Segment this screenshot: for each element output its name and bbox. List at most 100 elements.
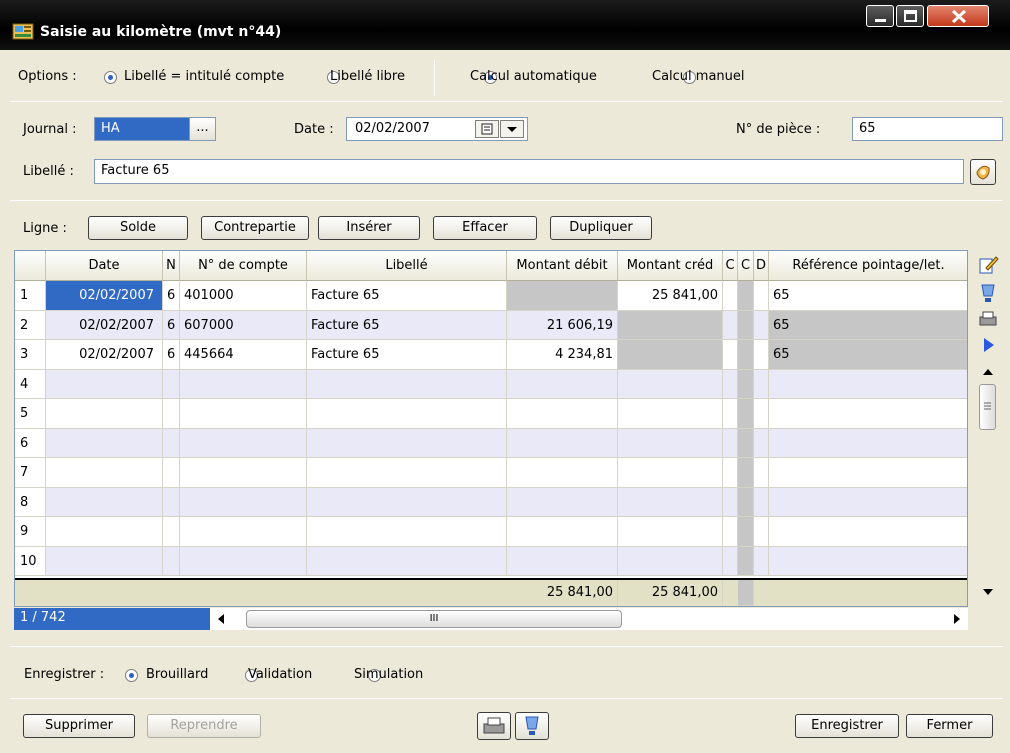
- grid-cell-credit[interactable]: [618, 517, 723, 547]
- scroll-up-icon[interactable]: [981, 366, 995, 378]
- grid-cell-ref[interactable]: [769, 429, 967, 458]
- grid-cell-n[interactable]: [163, 488, 180, 517]
- glass-icon[interactable]: [977, 282, 999, 304]
- grid-cell-libelle[interactable]: [307, 429, 507, 458]
- grid-cell-ref[interactable]: 65: [769, 311, 967, 340]
- dupliquer-button[interactable]: Dupliquer: [550, 216, 652, 240]
- grid-cell-credit[interactable]: [618, 311, 723, 340]
- grid-cell-libelle[interactable]: [307, 517, 507, 547]
- grid-cell-n[interactable]: [163, 429, 180, 458]
- grid-cell-d[interactable]: [754, 517, 769, 547]
- grid-cell-date[interactable]: [46, 399, 163, 429]
- column-header-debit[interactable]: Montant débit: [507, 251, 618, 281]
- grid-cell-compte[interactable]: [180, 517, 307, 547]
- grid-cell-libelle[interactable]: [307, 547, 507, 576]
- grid-cell-compte[interactable]: [180, 458, 307, 488]
- inserer-button[interactable]: Insérer: [318, 216, 420, 240]
- grid-cell-ref[interactable]: [769, 458, 967, 488]
- grid-cell-credit[interactable]: 25 841,00: [618, 281, 723, 311]
- grid-cell-ref[interactable]: 65: [769, 281, 967, 311]
- grid-cell-date[interactable]: [46, 429, 163, 458]
- grid-cell-n[interactable]: [163, 458, 180, 488]
- grid-cell-date[interactable]: 02/02/2007: [46, 311, 163, 340]
- grid-cell-d[interactable]: [754, 458, 769, 488]
- play-icon[interactable]: [977, 334, 999, 356]
- libelle-field[interactable]: Facture 65: [94, 159, 964, 184]
- grid-cell-debit[interactable]: [507, 399, 618, 429]
- grid-cell-libelle[interactable]: Facture 65: [307, 311, 507, 340]
- grid-cell-c2[interactable]: [738, 429, 754, 458]
- grid-cell-n[interactable]: [163, 547, 180, 576]
- title-bar[interactable]: Saisie au kilomètre (mvt n°44): [0, 0, 1010, 50]
- grid-cell-compte[interactable]: 607000: [180, 311, 307, 340]
- grid-cell-credit[interactable]: [618, 370, 723, 399]
- entries-grid[interactable]: Date N N° de compte Libellé Montant débi…: [14, 250, 968, 607]
- scroll-right-icon[interactable]: [950, 611, 964, 627]
- grid-cell-debit[interactable]: [507, 547, 618, 576]
- grid-cell-credit[interactable]: [618, 547, 723, 576]
- grid-cell-n[interactable]: [163, 517, 180, 547]
- journal-value[interactable]: HA: [95, 118, 189, 140]
- grid-cell-date[interactable]: [46, 458, 163, 488]
- radio-libelle-intitule[interactable]: [104, 71, 117, 84]
- piece-field[interactable]: 65: [852, 117, 1003, 141]
- grid-cell-c2[interactable]: [738, 370, 754, 399]
- grid-cell-debit[interactable]: [507, 458, 618, 488]
- grid-cell-d[interactable]: [754, 281, 769, 311]
- column-header-c1[interactable]: C: [723, 251, 738, 281]
- grid-cell-debit[interactable]: [507, 429, 618, 458]
- enregistrer-button[interactable]: Enregistrer: [795, 714, 899, 738]
- grid-cell-debit[interactable]: 4 234,81: [507, 340, 618, 370]
- horizontal-scroll-thumb[interactable]: III: [246, 610, 622, 628]
- supprimer-button[interactable]: Supprimer: [23, 714, 135, 738]
- column-header-reference[interactable]: Référence pointage/let.: [769, 251, 967, 281]
- grid-cell-c2[interactable]: [738, 340, 754, 370]
- grid-cell-c1[interactable]: [723, 399, 738, 429]
- edit-icon[interactable]: [977, 254, 999, 276]
- grid-cell-credit[interactable]: [618, 399, 723, 429]
- minimize-button[interactable]: [866, 5, 894, 27]
- grid-cell-c2[interactable]: [738, 311, 754, 340]
- vertical-scroll-thumb[interactable]: [979, 384, 996, 430]
- libelle-lookup-button[interactable]: [970, 159, 996, 185]
- grid-cell-c1[interactable]: [723, 370, 738, 399]
- grid-cell-c1[interactable]: [723, 429, 738, 458]
- grid-cell-libelle[interactable]: [307, 458, 507, 488]
- grid-cell-n[interactable]: [163, 399, 180, 429]
- grid-cell-credit[interactable]: [618, 488, 723, 517]
- print-icon[interactable]: [977, 308, 999, 330]
- column-header-c2[interactable]: C: [738, 251, 754, 281]
- grid-cell-debit[interactable]: [507, 488, 618, 517]
- grid-cell-n[interactable]: 6: [163, 311, 180, 340]
- grid-cell-credit[interactable]: [618, 458, 723, 488]
- grid-cell-compte[interactable]: 445664: [180, 340, 307, 370]
- preview-button[interactable]: [515, 712, 549, 740]
- grid-cell-c1[interactable]: [723, 458, 738, 488]
- grid-cell-credit[interactable]: [618, 340, 723, 370]
- grid-cell-n[interactable]: [163, 370, 180, 399]
- column-header-compte[interactable]: N° de compte: [180, 251, 307, 281]
- grid-cell-c1[interactable]: [723, 311, 738, 340]
- grid-cell-compte[interactable]: [180, 399, 307, 429]
- column-header-d[interactable]: D: [754, 251, 769, 281]
- grid-cell-ref[interactable]: [769, 547, 967, 576]
- fermer-button[interactable]: Fermer: [906, 714, 993, 738]
- grid-cell-compte[interactable]: 401000: [180, 281, 307, 311]
- grid-cell-ref[interactable]: [769, 370, 967, 399]
- grid-cell-c1[interactable]: [723, 281, 738, 311]
- grid-cell-date[interactable]: [46, 547, 163, 576]
- grid-cell-debit[interactable]: [507, 517, 618, 547]
- grid-cell-c1[interactable]: [723, 488, 738, 517]
- close-button[interactable]: [927, 5, 989, 27]
- grid-cell-compte[interactable]: [180, 370, 307, 399]
- solde-button[interactable]: Solde: [88, 216, 188, 240]
- grid-cell-debit[interactable]: [507, 370, 618, 399]
- grid-cell-c2[interactable]: [738, 458, 754, 488]
- column-header-n[interactable]: N: [163, 251, 180, 281]
- radio-brouillard[interactable]: [125, 669, 138, 682]
- grid-cell-date[interactable]: [46, 488, 163, 517]
- calendar-icon[interactable]: [475, 120, 499, 138]
- journal-field[interactable]: HA ...: [94, 117, 216, 141]
- journal-browse-button[interactable]: ...: [189, 118, 215, 140]
- grid-cell-n[interactable]: 6: [163, 340, 180, 370]
